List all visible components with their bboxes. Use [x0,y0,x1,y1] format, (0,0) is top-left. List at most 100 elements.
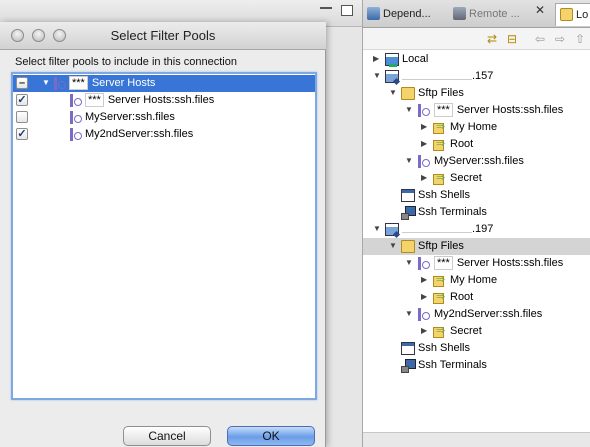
tree-item-host[interactable]: ▼ .157 [363,68,590,85]
tree-item-filter-pool[interactable]: ▼ *** Server Hosts:ssh.files [363,102,590,119]
tree-item-label: Ssh Terminals [418,206,487,218]
tree-item-sftp-files[interactable]: ▼ Sftp Files [363,85,590,102]
tree-item-label: Ssh Shells [418,189,470,201]
collapse-arrow-icon[interactable]: ▼ [42,75,52,91]
tree-item-filter-pool[interactable]: ▼ MyServer:ssh.files [363,153,590,170]
filter-pool-icon [417,104,431,117]
mixed-checkbox[interactable]: – [16,77,28,89]
redacted-name: *** [69,76,88,90]
tree-item-filter-pool[interactable]: ▼ My2ndServer:ssh.files [363,306,590,323]
folder-icon [401,87,415,100]
collapse-arrow-icon[interactable]: ▼ [373,68,383,84]
list-item-label: Server Hosts:ssh.files [107,94,215,106]
filter-pool-list[interactable]: – ▼ *** Server Hosts ✓ *** Server Hosts:ss… [11,72,317,400]
expand-arrow-icon[interactable]: ▶ [421,170,431,186]
list-item-myserver-ssh-files[interactable]: MyServer:ssh.files [13,109,315,126]
tree-item-filter[interactable]: ▶ My Home [363,272,590,289]
view-toolbar: ⇄ ⊟ ⇦ ⇨ ⇧ [363,28,590,50]
filter-icon [433,323,447,339]
tree-item-filter[interactable]: ▶ Secret [363,170,590,187]
dialog-instruction: Select filter pools to include in this c… [15,56,237,68]
tree-item-filter[interactable]: ▶ Root [363,289,590,306]
filter-pool-icon [417,155,431,168]
collapse-arrow-icon[interactable]: ▼ [405,255,415,271]
redacted-name: *** [434,103,453,117]
shell-icon [401,342,415,355]
tree-item-ssh-shells[interactable]: Ssh Shells [363,187,590,204]
remote-systems-icon [453,7,466,20]
tree-item-label: Server Hosts:ssh.files [456,104,564,116]
collapse-all-icon[interactable]: ⊟ [505,32,519,46]
filter-pool-icon [69,128,83,141]
filter-icon [433,170,447,186]
remote-systems-view: Depend... Remote ... ✕ Lo ⇄ ⊟ ⇦ ⇨ ⇧ ▶ Lo… [362,0,590,447]
expand-arrow-icon[interactable]: ▶ [373,51,383,67]
list-item-my2ndserver-ssh-files[interactable]: ✓ My2ndServer:ssh.files [13,126,315,143]
tree-item-filter[interactable]: ▶ Secret [363,323,590,340]
forward-arrow-icon[interactable]: ⇨ [553,32,567,46]
folder-icon [401,240,415,253]
list-item-label: MyServer:ssh.files [85,111,175,123]
unchecked-checkbox[interactable] [16,111,28,123]
checked-checkbox[interactable]: ✓ [16,128,28,140]
tree-item-ssh-shells[interactable]: Ssh Shells [363,340,590,357]
list-item-label: Server Hosts [91,77,156,89]
tree-item-ssh-terminals[interactable]: Ssh Terminals [363,204,590,221]
tree-item-label: .157 [472,70,494,82]
tree-item-label: My Home [450,274,498,286]
collapse-arrow-icon[interactable]: ▼ [389,238,399,254]
tree-item-label: Root [450,291,474,303]
expand-arrow-icon[interactable]: ▶ [421,119,431,135]
cancel-button[interactable]: Cancel [123,426,211,446]
dependencies-icon [367,7,380,20]
collapse-arrow-icon[interactable]: ▼ [405,153,415,169]
list-item-server-hosts[interactable]: – ▼ *** Server Hosts [13,75,315,92]
list-item-server-hosts-ssh-files[interactable]: ✓ *** Server Hosts:ssh.files [13,92,315,109]
view-tab-bar: Depend... Remote ... ✕ Lo [363,0,590,28]
local-system-icon [385,53,399,67]
remote-host-icon [385,223,399,236]
tab-log[interactable]: Lo [555,3,590,26]
tab-label: Lo [576,9,589,21]
dialog-title: Select Filter Pools [110,28,216,43]
tree-item-label: Ssh Terminals [418,359,487,371]
back-arrow-icon[interactable]: ⇦ [533,32,547,46]
up-arrow-icon[interactable]: ⇧ [573,32,587,46]
tree-item-local[interactable]: ▶ Local [363,51,590,68]
tree-item-host[interactable]: ▼ .197 [363,221,590,238]
tree-item-label: Ssh Shells [418,342,470,354]
tree-item-label: Secret [450,172,482,184]
tree-item-label: Sftp Files [418,240,464,252]
expand-arrow-icon[interactable]: ▶ [421,136,431,152]
minimize-view-icon[interactable] [320,7,332,17]
tree-item-label: MyServer:ssh.files [434,155,524,167]
shell-icon [401,189,415,202]
collapse-arrow-icon[interactable]: ▼ [373,221,383,237]
log-icon [560,8,573,21]
collapse-arrow-icon[interactable]: ▼ [405,306,415,322]
redacted-hostname [402,69,472,80]
expand-arrow-icon[interactable]: ▶ [421,323,431,339]
checked-checkbox[interactable]: ✓ [16,94,28,106]
tab-dependencies[interactable]: Depend... [363,3,449,26]
close-icon[interactable]: ✕ [535,3,545,17]
tree-item-filter-pool[interactable]: ▼ *** Server Hosts:ssh.files [363,255,590,272]
tree-item-ssh-terminals[interactable]: Ssh Terminals [363,357,590,374]
collapse-arrow-icon[interactable]: ▼ [405,102,415,118]
tree-item-filter[interactable]: ▶ My Home [363,119,590,136]
remote-host-icon [385,70,399,83]
collapse-arrow-icon[interactable]: ▼ [389,85,399,101]
expand-arrow-icon[interactable]: ▶ [421,289,431,305]
tree-item-label: Root [450,138,474,150]
dialog-title-bar: Select Filter Pools [0,22,326,50]
ok-button[interactable]: OK [227,426,315,446]
link-with-editor-icon[interactable]: ⇄ [485,32,499,46]
tree-item-filter[interactable]: ▶ Root [363,136,590,153]
tree-item-label: Server Hosts:ssh.files [456,257,564,269]
list-item-label: My2ndServer:ssh.files [85,128,194,140]
terminal-icon [401,359,416,373]
expand-arrow-icon[interactable]: ▶ [421,272,431,288]
tree-item-label: My2ndServer:ssh.files [434,308,543,320]
maximize-view-icon[interactable] [341,5,353,16]
tree-item-sftp-files[interactable]: ▼ Sftp Files [363,238,590,255]
